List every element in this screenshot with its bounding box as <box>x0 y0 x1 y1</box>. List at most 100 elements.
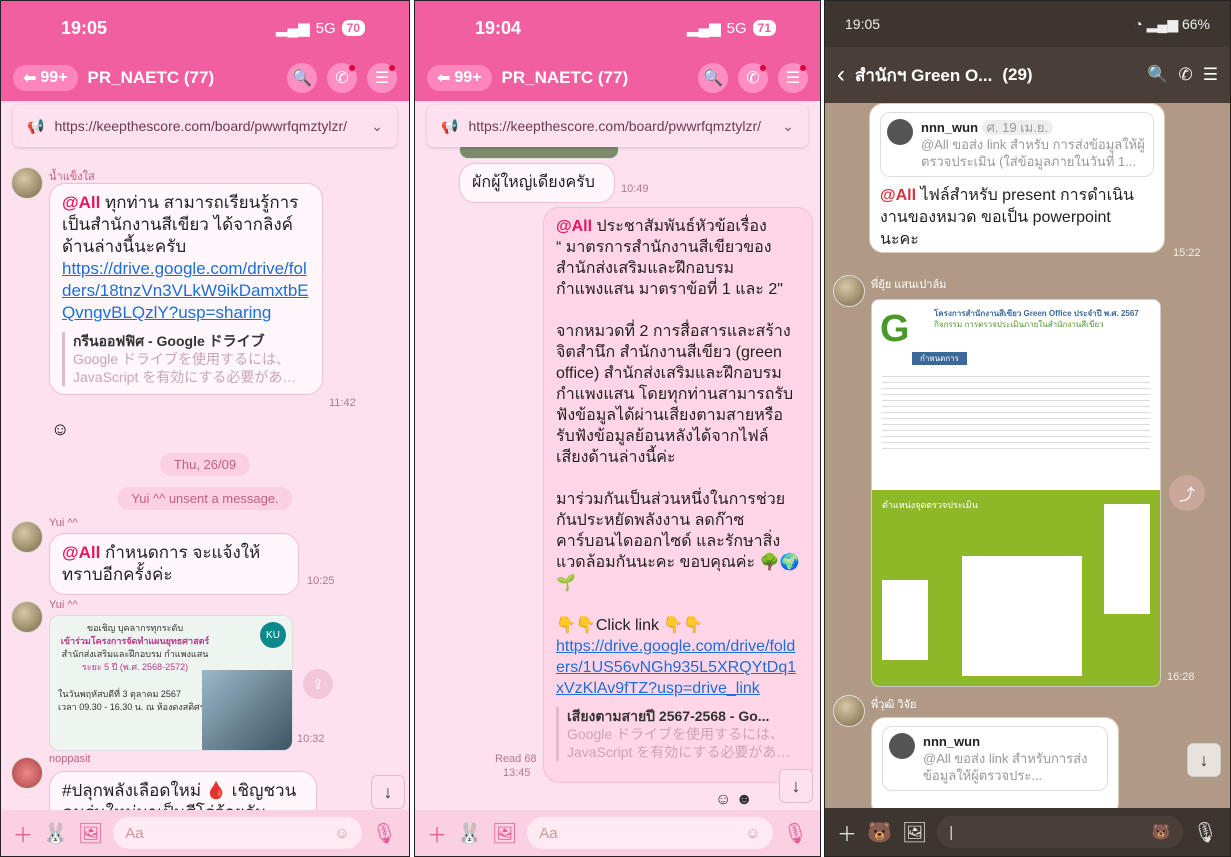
emoji-icon[interactable]: 🐻 <box>1152 823 1171 841</box>
preview-title: เสียงตามสายปี 2567-2568 - Go... <box>567 708 770 724</box>
chevron-down-icon[interactable]: ⌄ <box>371 118 383 135</box>
scroll-down-button[interactable]: ↓ <box>1187 743 1221 777</box>
status-bar: 19:05 ◔ ▂▄▆ 66% <box>825 1 1230 47</box>
call-icon[interactable]: ✆ <box>327 63 357 93</box>
chat-title: PR_NAETC (77) <box>501 68 629 87</box>
message-link[interactable]: https://drive.google.com/drive/folders/1… <box>62 259 309 322</box>
message-list[interactable]: น้ำแข็งใส @All ทุกท่าน สามารถเรียนรู้การ… <box>1 101 409 810</box>
call-icon[interactable]: ✆ <box>738 63 768 93</box>
floor-plan-title: ตำแหน่งจุดตรวจประเมิน <box>882 500 978 510</box>
status-time: 19:04 <box>475 17 522 38</box>
read-receipt: Read 68 <box>495 753 537 765</box>
avatar[interactable] <box>11 521 43 553</box>
search-icon[interactable]: 🔍 <box>287 63 317 93</box>
avatar[interactable] <box>833 275 865 307</box>
avatar[interactable] <box>11 757 43 789</box>
chevron-down-icon[interactable]: ⌄ <box>782 118 794 135</box>
image-text: สำนักส่งเสริมและฝึกอบรม กำแพงแสน <box>61 649 209 659</box>
scroll-down-button[interactable]: ↓ <box>779 769 813 803</box>
pinned-announcement[interactable]: 📢 https://keepthescore.com/board/pwwrfqm… <box>427 105 808 147</box>
image-icon[interactable]: 🖼 <box>78 821 103 846</box>
green-office-logo: G <box>880 308 910 350</box>
search-icon[interactable]: 🔍 <box>1147 65 1168 85</box>
sticker-icon[interactable]: ☺ <box>51 419 69 440</box>
message-text: #ปลุกพลังเลือดใหม่ 🩸 เชิญชวนคนรุ่นใหม่มา… <box>62 781 297 810</box>
share-icon[interactable]: ⇪ <box>303 669 333 699</box>
sticker-icon[interactable]: 🐻 <box>867 820 892 845</box>
image-icon[interactable]: 🖼 <box>492 821 517 846</box>
message-list[interactable]: nnn_wun ศ. 19 เม.ย. @All ขอส่ง link สำหรั… <box>825 103 1230 808</box>
plus-icon[interactable]: ＋ <box>13 819 33 848</box>
mic-icon[interactable]: 🎙 <box>372 821 397 846</box>
chat-header: ⬅ 99+ PR_NAETC (77) 🔍 ✆ ☰ <box>1 55 409 101</box>
message-time: 13:45 <box>503 767 531 779</box>
back-button[interactable]: ⬅ 99+ <box>13 65 78 91</box>
input-placeholder: Aa <box>125 824 144 842</box>
reply-quote[interactable]: nnn_wun ศ. 19 เม.ย. @All ขอส่ง link สำหรั… <box>880 112 1154 177</box>
mention[interactable]: @All <box>62 543 100 562</box>
search-icon[interactable]: 🔍 <box>698 63 728 93</box>
reply-quote[interactable]: nnn_wun @All ขอส่ง link สำหรับการส่งข้อมู… <box>882 726 1108 791</box>
message-bubble[interactable]: #ปลุกพลังเลือดใหม่ 🩸 เชิญชวนคนรุ่นใหม่มา… <box>49 771 317 810</box>
avatar[interactable] <box>11 601 43 633</box>
mention[interactable]: @All <box>556 218 592 235</box>
share-icon[interactable]: ⤴ <box>1169 475 1205 511</box>
image-icon[interactable]: 🖼 <box>902 820 927 845</box>
input-placeholder: Aa <box>539 824 558 842</box>
avatar <box>887 119 913 145</box>
emoji-icon[interactable]: ☺ <box>745 825 760 842</box>
date-separator: Thu, 26/09 <box>159 453 251 476</box>
message-time: 11:42 <box>329 397 356 409</box>
message-bubble[interactable]: @All ประชาสัมพันธ์หัวข้อเรื่อง “ มาตรการ… <box>543 207 813 783</box>
image-text: ในวันพฤหัสบดีที่ 3 ตุลาคม 2567 <box>58 689 181 699</box>
poster-heading: กำหนดการ <box>912 352 967 365</box>
message-text: ไฟล์สำหรับ present การดำเนินงานของหมวด ข… <box>880 187 1134 248</box>
plus-icon[interactable]: ＋ <box>427 819 447 848</box>
message-bubble[interactable]: @All ทุกท่าน สามารถเรียนรู้การเป็นสำนักง… <box>49 183 323 395</box>
mic-icon[interactable]: 🎙 <box>783 821 808 846</box>
image-message[interactable]: ขอเชิญ บุคลากรทุกระดับ เข้าร่วมโครงการจั… <box>49 615 293 751</box>
scroll-down-button[interactable]: ↓ <box>371 775 405 809</box>
mention[interactable]: @All <box>880 187 916 204</box>
message-text: ประชาสัมพันธ์หัวข้อเรื่อง “ มาตรการสำนัก… <box>556 218 800 634</box>
reaction-icon[interactable]: ☺ ☻ <box>715 791 753 809</box>
back-icon[interactable]: ‹ <box>837 61 845 89</box>
network-label: 5G <box>315 19 336 37</box>
status-bar: 19:04 ▂▄▆ 5G 71 <box>415 1 820 55</box>
mention[interactable]: @All <box>62 193 100 212</box>
emoji-icon[interactable]: ☺ <box>334 825 349 842</box>
message-input[interactable]: Aa ☺ <box>527 817 773 849</box>
sticker-icon[interactable]: 🐰 <box>457 821 482 846</box>
message-link[interactable]: https://drive.google.com/drive/folders/1… <box>556 638 796 697</box>
image-message[interactable]: G โครงการสำนักงานสีเขียว Green Office ปร… <box>871 299 1161 687</box>
menu-icon[interactable]: ☰ <box>778 63 808 93</box>
mic-icon[interactable]: 🎙 <box>1193 820 1218 845</box>
menu-icon[interactable]: ☰ <box>1203 65 1218 85</box>
message-bubble[interactable]: @All กำหนดการ จะแจ้งให้ทราบอีกครั้งค่ะ <box>49 533 299 595</box>
avatar[interactable] <box>11 167 43 199</box>
pinned-announcement[interactable]: 📢 https://keepthescore.com/board/pwwrfqm… <box>13 105 397 147</box>
link-preview[interactable]: กรีนออฟฟิศ - Google ドライブ Google ドライブを使用す… <box>62 332 310 386</box>
call-icon[interactable]: ✆ <box>1179 65 1193 85</box>
chat-screen-1: 19:05 ▂▄▆ 5G 70 ⬅ 99+ PR_NAETC (77) 🔍 ✆ ☰ 📢… <box>0 0 410 857</box>
chat-screen-3: 19:05 ◔ ▂▄▆ 66% ‹ สำนักฯ Green O... (29)… <box>824 0 1231 857</box>
sticker-icon[interactable]: 🐰 <box>43 821 68 846</box>
image-text: ขอเชิญ บุคลากรทุกระดับ <box>86 623 184 633</box>
message-text: ผักผู้ใหญ่เดียงครับ <box>472 174 595 191</box>
message-input[interactable]: | 🐻 <box>937 816 1183 848</box>
status-time: 19:05 <box>845 16 881 32</box>
avatar[interactable] <box>833 695 865 727</box>
message-list[interactable]: ผักผู้ใหญ่เดียงครับ 10:49 @All ประชาสัมพ… <box>415 101 820 810</box>
quote-text: @All ขอส่ง link สำหรับการส่งข้อมูลให้ผู้… <box>923 751 1088 783</box>
plus-icon[interactable]: ＋ <box>837 818 857 847</box>
image-text: เวลา 09.30 - 16.30 น. ณ ห้องดงสดิศร <box>58 702 205 712</box>
back-arrow-icon: ⬅ <box>23 70 37 87</box>
message-bubble[interactable]: nnn_wun @All ขอส่ง link สำหรับการส่งข้อมู… <box>871 717 1119 808</box>
image-text: เข้าร่วมโครงการจัดทำแผนยุทธศาสตร์ <box>60 636 210 646</box>
message-input[interactable]: Aa ☺ <box>113 817 362 849</box>
menu-icon[interactable]: ☰ <box>367 63 397 93</box>
back-button[interactable]: ⬅ 99+ <box>427 65 492 91</box>
message-bubble[interactable]: nnn_wun ศ. 19 เม.ย. @All ขอส่ง link สำหรั… <box>869 103 1165 253</box>
message-bubble[interactable]: ผักผู้ใหญ่เดียงครับ <box>459 163 615 203</box>
link-preview[interactable]: เสียงตามสายปี 2567-2568 - Go... Google ドラ… <box>556 707 800 761</box>
